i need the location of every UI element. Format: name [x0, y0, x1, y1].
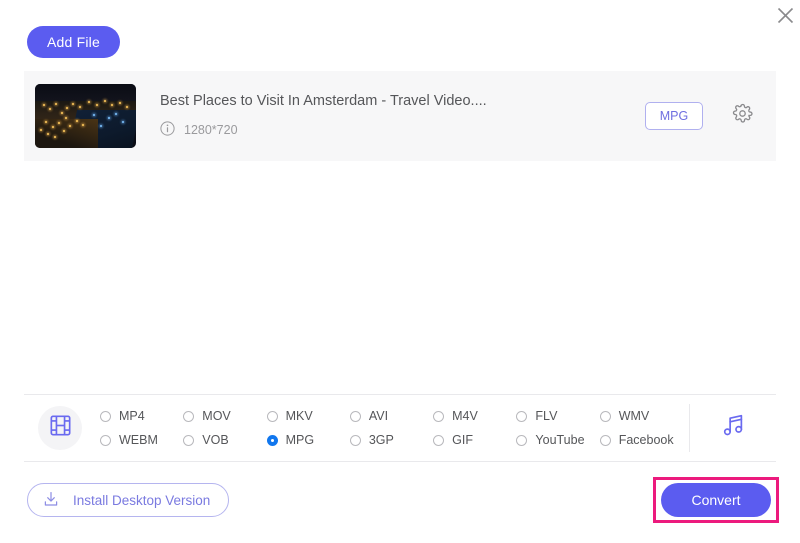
format-option-label: MKV	[285, 409, 313, 423]
format-option-label: 3GP	[368, 433, 394, 447]
radio-icon[interactable]	[599, 434, 611, 446]
format-option-gif[interactable]: GIF	[433, 428, 516, 452]
format-option-avi[interactable]: AVI	[349, 404, 433, 428]
radio-icon[interactable]	[433, 434, 445, 446]
file-list-item[interactable]: Best Places to Visit In Amsterdam - Trav…	[24, 71, 776, 161]
format-option-youtube[interactable]: YouTube	[516, 428, 599, 452]
file-settings-button[interactable]	[729, 103, 755, 129]
format-option-facebook[interactable]: Facebook	[599, 428, 683, 452]
format-option-mp4[interactable]: MP4	[100, 404, 183, 428]
format-options-grid: MP4 MOV MKV AVI M4V FLV WMV WEBM VOB MPG…	[100, 404, 689, 452]
radio-icon[interactable]	[100, 434, 111, 446]
format-option-vob[interactable]: VOB	[183, 428, 266, 452]
radio-icon[interactable]	[516, 434, 528, 446]
format-option-label: YouTube	[535, 433, 585, 447]
format-option-label: AVI	[368, 409, 389, 423]
format-option-label: MOV	[202, 409, 231, 423]
format-option-3gp[interactable]: 3GP	[349, 428, 433, 452]
file-resolution-value: 1280*720	[184, 123, 238, 137]
convert-button[interactable]: Convert	[661, 483, 771, 517]
radio-icon[interactable]	[266, 434, 278, 446]
format-option-label: MPG	[285, 433, 315, 447]
format-option-mkv[interactable]: MKV	[266, 404, 350, 428]
file-thumbnail	[35, 84, 136, 148]
film-strip-icon	[48, 413, 73, 443]
format-option-label: M4V	[452, 409, 478, 423]
format-option-flv[interactable]: FLV	[516, 404, 599, 428]
output-format-badge[interactable]: MPG	[645, 102, 703, 130]
output-format-bar: MP4 MOV MKV AVI M4V FLV WMV WEBM VOB MPG…	[24, 394, 776, 462]
radio-icon[interactable]	[349, 434, 361, 446]
radio-icon[interactable]	[516, 410, 528, 422]
radio-icon[interactable]	[433, 410, 445, 422]
close-window-button[interactable]	[770, 0, 800, 30]
radio-icon[interactable]	[349, 410, 361, 422]
install-desktop-version-label: Install Desktop Version	[73, 492, 211, 508]
add-file-button[interactable]: Add File	[27, 26, 120, 58]
format-option-mov[interactable]: MOV	[183, 404, 266, 428]
radio-icon[interactable]	[599, 410, 611, 422]
music-note-icon	[720, 412, 747, 444]
audio-formats-tab[interactable]	[689, 404, 776, 452]
close-icon	[777, 7, 794, 24]
info-icon	[160, 121, 175, 139]
download-icon	[42, 490, 60, 511]
add-file-toolbar: Add File	[27, 26, 120, 58]
format-option-m4v[interactable]: M4V	[433, 404, 516, 428]
file-title: Best Places to Visit In Amsterdam - Trav…	[160, 93, 487, 109]
install-desktop-version-button[interactable]: Install Desktop Version	[27, 483, 230, 517]
format-option-label: WEBM	[119, 433, 158, 447]
radio-icon[interactable]	[183, 434, 195, 446]
format-option-label: GIF	[452, 433, 473, 447]
file-resolution-row: 1280*720	[160, 121, 645, 139]
gear-icon	[732, 103, 753, 129]
format-option-label: WMV	[618, 409, 650, 423]
format-option-label: Facebook	[618, 433, 674, 447]
video-formats-tab[interactable]	[38, 406, 82, 450]
format-option-wmv[interactable]: WMV	[599, 404, 683, 428]
radio-icon[interactable]	[183, 410, 195, 422]
file-info: Best Places to Visit In Amsterdam - Trav…	[160, 93, 645, 139]
format-option-webm[interactable]: WEBM	[100, 428, 183, 452]
format-option-label: MP4	[119, 409, 145, 423]
format-option-label: FLV	[535, 409, 558, 423]
radio-icon[interactable]	[266, 410, 278, 422]
format-option-label: VOB	[202, 433, 229, 447]
format-option-mpg[interactable]: MPG	[266, 428, 350, 452]
radio-icon[interactable]	[100, 410, 111, 422]
